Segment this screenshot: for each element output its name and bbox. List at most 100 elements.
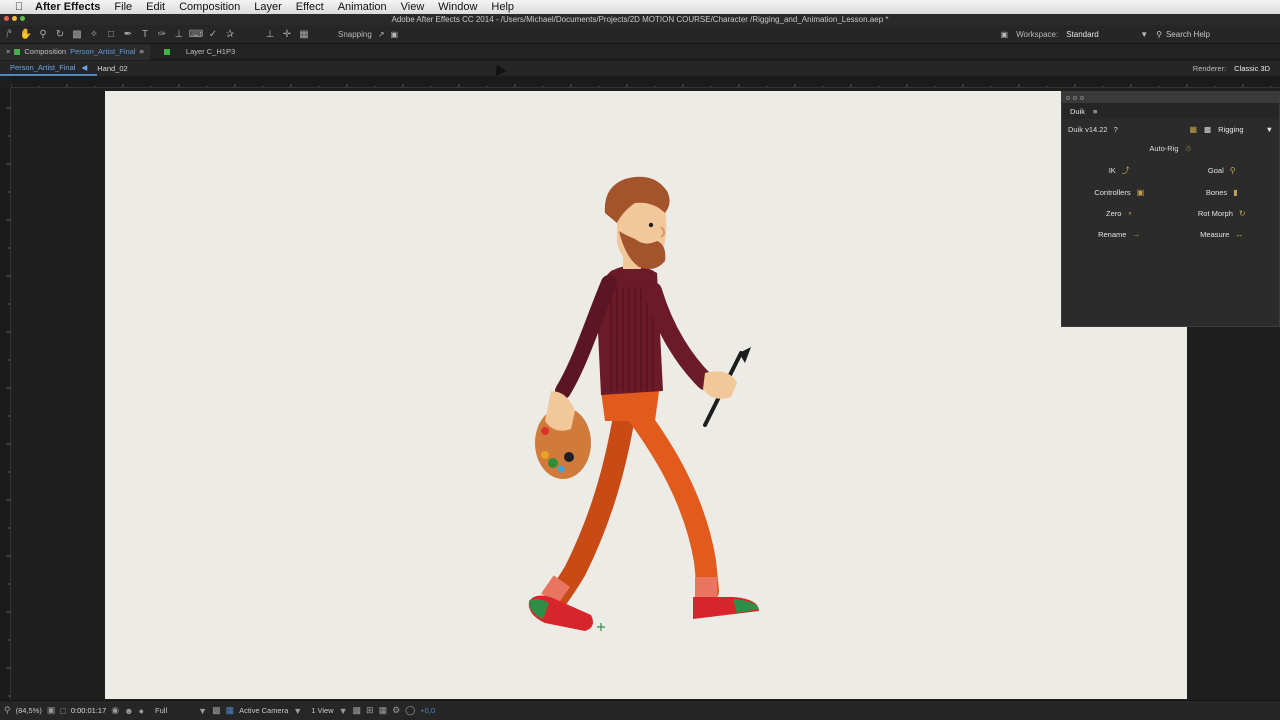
panel-menu-icon[interactable]: ≡	[140, 47, 144, 56]
rot-morph-label: Rot Morph	[1197, 209, 1233, 218]
tab-composition[interactable]: × Composition Person_Artist_Final ≡	[0, 43, 150, 60]
view-layout-select[interactable]: 1 View	[311, 706, 333, 715]
snapshot-icon[interactable]: ◉	[111, 705, 119, 716]
breadcrumb-hand[interactable]: Hand_02	[97, 64, 137, 73]
panel-menu-icon[interactable]: ≡	[1093, 107, 1097, 116]
duik-panel-title[interactable]: Duik	[1070, 107, 1085, 116]
reset-exposure-icon[interactable]: ◯	[405, 705, 415, 716]
menu-composition[interactable]: Composition	[179, 1, 240, 13]
controllers-icon: ▣	[1136, 188, 1145, 197]
minimize-window-button[interactable]	[12, 16, 17, 21]
fast-preview-icon[interactable]: ▩	[212, 705, 221, 716]
chevron-down-icon[interactable]: ▼	[293, 706, 302, 716]
type-tool-icon[interactable]: T	[137, 26, 153, 42]
search-help-field[interactable]: ⚲ Search Help	[1156, 30, 1210, 39]
puppet-pin-tool-icon[interactable]: ✰	[222, 26, 238, 42]
toggle-pixel-aspect-icon[interactable]: ▩	[353, 705, 362, 716]
horizontal-ruler[interactable]	[11, 76, 1280, 88]
renderer-info[interactable]: Renderer: Classic 3D	[1193, 61, 1270, 76]
rename-icon: →	[1132, 230, 1141, 239]
workspace-select[interactable]: Standard	[1066, 30, 1132, 39]
duik-help-button[interactable]: ?	[1114, 125, 1118, 134]
vertical-ruler[interactable]	[0, 88, 11, 700]
channel-icon[interactable]: ●	[139, 706, 144, 716]
transparency-grid-icon[interactable]: ▦	[226, 705, 235, 716]
duik-body: Duik v14.22 ? ▦ ▩ Rigging ▼ Auto-Rig ☃ I…	[1062, 119, 1279, 243]
camera-select[interactable]: Active Camera	[239, 706, 288, 715]
composition-navigator: Person_Artist_Final ◀ Hand_02 Renderer: …	[0, 61, 1280, 76]
zoom-window-button[interactable]	[20, 16, 25, 21]
duik-header: Duik ≡	[1062, 103, 1279, 119]
rot-morph-button[interactable]: Rot Morph ↻	[1171, 209, 1274, 218]
menu-edit[interactable]: Edit	[146, 1, 165, 13]
chevron-down-icon[interactable]: ▼	[198, 706, 207, 716]
chevron-down-icon[interactable]: ▼	[339, 706, 348, 716]
rename-button[interactable]: Rename →	[1068, 230, 1171, 239]
breadcrumb-comp-active[interactable]: Person_Artist_Final ◀	[0, 61, 98, 76]
exposure-value[interactable]: +0,0	[420, 706, 435, 715]
goal-button[interactable]: Goal ⚲	[1171, 165, 1274, 176]
auto-rig-button[interactable]: Auto-Rig ☃	[1068, 144, 1273, 153]
view-axis-icon[interactable]: ▦	[296, 26, 312, 42]
controllers-button[interactable]: Controllers ▣	[1068, 188, 1171, 197]
menu-help[interactable]: Help	[491, 1, 514, 13]
menu-layer[interactable]: Layer	[254, 1, 282, 13]
back-hand	[545, 391, 575, 431]
composition-canvas[interactable]	[105, 91, 1187, 699]
region-of-interest-icon[interactable]: □	[60, 706, 65, 716]
flowchart-view-icon[interactable]: ⚙	[392, 705, 400, 716]
safe-zones-icon[interactable]: ▣	[47, 705, 56, 716]
close-tab-icon[interactable]: ×	[6, 47, 10, 56]
measure-button[interactable]: Measure ↔	[1171, 230, 1274, 239]
rectangle-tool-icon[interactable]: □	[103, 26, 119, 42]
menu-window[interactable]: Window	[438, 1, 477, 13]
pen-tool-icon[interactable]: ✒	[120, 26, 136, 42]
duik-mode-select[interactable]: Rigging ▼	[1218, 125, 1273, 134]
ear	[621, 218, 633, 232]
menu-app-name[interactable]: After Effects	[35, 1, 100, 13]
clone-stamp-tool-icon[interactable]: ⊥	[171, 26, 187, 42]
brush-tool-icon[interactable]: ✑	[154, 26, 170, 42]
snapping-options-icon[interactable]: ▣	[391, 30, 399, 39]
flowchart-icon[interactable]: ⊞	[366, 705, 374, 716]
selection-tool-icon[interactable]: ⭚	[1, 26, 17, 42]
duik-grid-icon[interactable]: ▩	[1204, 125, 1211, 134]
ik-button[interactable]: IK ⤴	[1068, 165, 1171, 176]
workspace-icon[interactable]: ▣	[1001, 30, 1009, 39]
pan-behind-tool-icon[interactable]: ✧	[86, 26, 102, 42]
menu-animation[interactable]: Animation	[338, 1, 387, 13]
menu-view[interactable]: View	[401, 1, 425, 13]
close-window-button[interactable]	[4, 16, 9, 21]
zero-button[interactable]: Zero ∘	[1068, 209, 1171, 218]
duik-settings-icon[interactable]: ▦	[1189, 125, 1197, 134]
resolution-select[interactable]: Full	[155, 706, 167, 715]
zoom-tool-icon[interactable]: ⚲	[35, 26, 51, 42]
zoom-level[interactable]: (84,5%)	[16, 706, 42, 715]
timeline-icon[interactable]: ▦	[379, 705, 388, 716]
rotate-tool-icon[interactable]: ↻	[52, 26, 68, 42]
snapping-control[interactable]: Snapping ↗ ▣	[338, 30, 398, 39]
show-snapshot-icon[interactable]: ☻	[124, 706, 133, 716]
timecode-display[interactable]: 0:00:01:17	[71, 706, 106, 715]
rename-label: Rename	[1098, 230, 1127, 239]
duik-minimize-button[interactable]	[1073, 95, 1077, 100]
eraser-tool-icon[interactable]: ⌨	[188, 26, 204, 42]
camera-tool-icon[interactable]: ▩	[69, 26, 85, 42]
roto-brush-tool-icon[interactable]: ✓	[205, 26, 221, 42]
hand-tool-icon[interactable]: ✋	[18, 26, 34, 42]
menu-effect[interactable]: Effect	[296, 1, 324, 13]
duik-panel: Duik ≡ Duik v14.22 ? ▦ ▩ Rigging ▼ Auto-…	[1061, 91, 1280, 327]
world-axis-icon[interactable]: ✛	[279, 26, 295, 42]
tab-layer[interactable]: Layer C_H1P3	[158, 44, 241, 60]
local-axis-icon[interactable]: ⊥	[262, 26, 278, 42]
duik-window-controls	[1062, 92, 1279, 103]
bones-button[interactable]: Bones ▮	[1171, 188, 1274, 197]
menu-file[interactable]: File	[114, 1, 132, 13]
apple-icon[interactable]: 	[10, 1, 28, 13]
magnify-icon[interactable]: ⚲	[4, 705, 11, 716]
duik-expand-button[interactable]	[1080, 95, 1084, 100]
renderer-label: Renderer:	[1192, 64, 1227, 73]
duik-close-button[interactable]	[1066, 95, 1070, 100]
search-icon: ⚲	[1156, 30, 1162, 39]
chevron-down-icon[interactable]: ▼	[1140, 30, 1148, 39]
